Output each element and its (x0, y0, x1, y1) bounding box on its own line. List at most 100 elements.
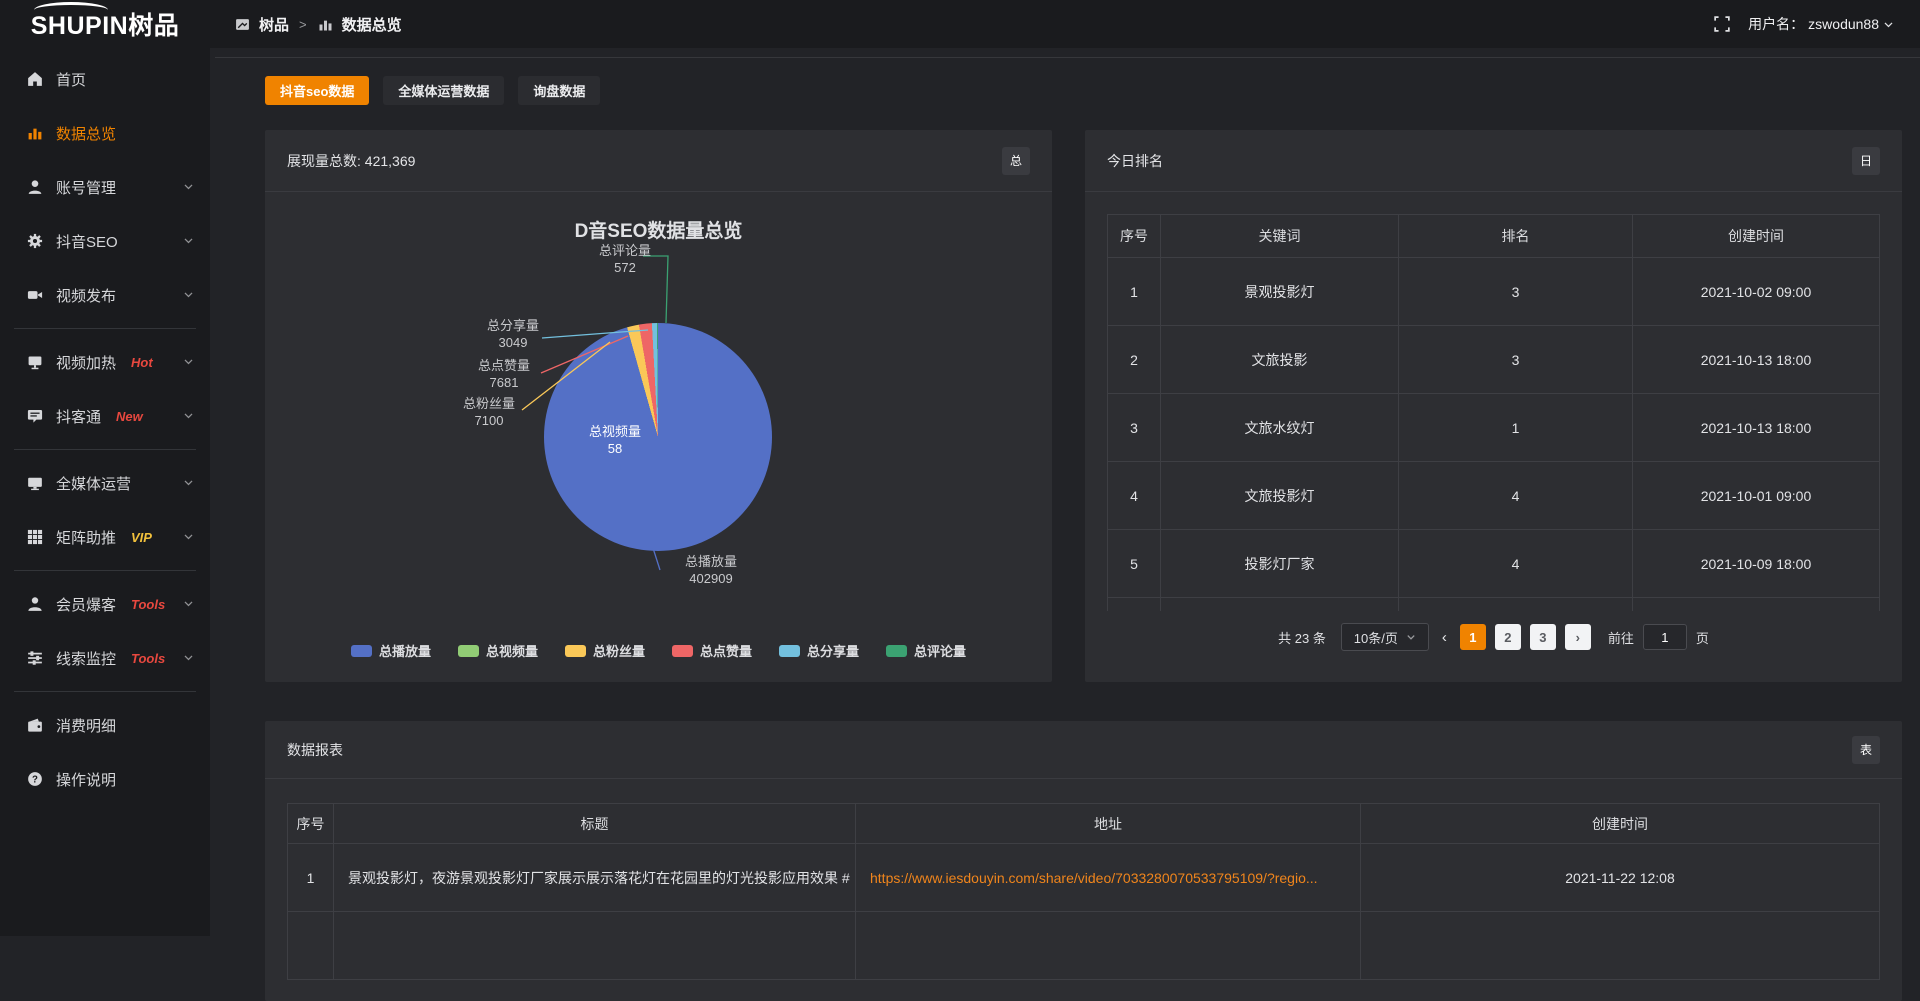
sidebar-item-spending-detail[interactable]: 消费明细 (0, 698, 210, 752)
username-label: 用户名： (1748, 14, 1804, 34)
pie-label-videos: 总视频量58 (583, 423, 647, 457)
col-url: 地址 (856, 804, 1361, 844)
pie-chart[interactable] (544, 323, 772, 551)
sidebar-item-label: 会员爆客 (56, 594, 116, 615)
chevron-down-icon (1406, 632, 1416, 642)
pie-label-shares: 总分享量3049 (481, 317, 545, 351)
sidebar-item-label: 首页 (56, 69, 86, 90)
table-row: 1景观投影灯32021-10-02 09:00 (1108, 258, 1880, 326)
goto-suffix: 页 (1696, 628, 1709, 647)
legend-swatch (565, 645, 586, 657)
sidebar-item-account[interactable]: 账号管理 (0, 160, 210, 214)
sidebar-item-member-burst[interactable]: 会员爆客 Tools (0, 577, 210, 631)
sidebar-item-help[interactable]: ? 操作说明 (0, 752, 210, 806)
user-menu[interactable]: 用户名： zswodun88 (1748, 14, 1894, 34)
pie-label-fans: 总粉丝量7100 (457, 395, 521, 429)
total-view-button[interactable]: 总 (1002, 147, 1030, 175)
legend-swatch (458, 645, 479, 657)
app-square-icon (234, 16, 251, 33)
ranking-table: 序号 关键词 排名 创建时间 1景观投影灯32021-10-02 09:00 2… (1107, 214, 1880, 611)
breadcrumb: 树品 > 数据总览 (234, 14, 402, 35)
sliders-icon (26, 650, 43, 667)
sidebar-item-matrix-boost[interactable]: 矩阵助推 VIP (0, 510, 210, 564)
vip-badge: VIP (131, 530, 152, 545)
sidebar-item-douyin-seo[interactable]: 抖音SEO (0, 214, 210, 268)
sidebar-item-label: 矩阵助推 (56, 527, 116, 548)
legend-swatch (886, 645, 907, 657)
sidebar-item-omnimedia[interactable]: 全媒体运营 (0, 456, 210, 510)
col-rank: 排名 (1399, 215, 1633, 258)
table-row: 1 景观投影灯，夜游景观投影灯厂家展示展示落花灯在花园里的灯光投影应用效果 # … (288, 844, 1880, 912)
chevron-down-icon (183, 233, 194, 250)
table-row-partial (1108, 598, 1880, 612)
table-row: 4文旅投影灯42021-10-01 09:00 (1108, 462, 1880, 530)
sidebar-item-label: 视频发布 (56, 285, 116, 306)
sidebar-item-video-heat[interactable]: 视频加热 Hot (0, 335, 210, 389)
day-view-button[interactable]: 日 (1852, 147, 1880, 175)
sidebar-divider (14, 328, 196, 329)
col-created-time: 创建时间 (1361, 804, 1880, 844)
chevron-down-icon (183, 475, 194, 492)
col-created-time: 创建时间 (1633, 215, 1880, 258)
table-view-button[interactable]: 表 (1852, 736, 1880, 764)
col-index: 序号 (288, 804, 334, 844)
tab-douyin-seo[interactable]: 抖音seo数据 (265, 76, 369, 105)
page-button-2[interactable]: 2 (1495, 624, 1521, 650)
page-size-select[interactable]: 10条/页 (1341, 623, 1429, 651)
app-logo[interactable]: SHUPIN树品 (0, 0, 210, 48)
legend-item-fans[interactable]: 总粉丝量 (565, 641, 645, 660)
sidebar-item-label: 消费明细 (56, 715, 116, 736)
legend-item-likes[interactable]: 总点赞量 (672, 641, 752, 660)
sidebar-item-home[interactable]: 首页 (0, 52, 210, 106)
table-header-row: 序号 关键词 排名 创建时间 (1108, 215, 1880, 258)
sidebar-item-video-publish[interactable]: 视频发布 (0, 268, 210, 322)
breadcrumb-root[interactable]: 树品 (259, 14, 289, 35)
legend-item-shares[interactable]: 总分享量 (779, 641, 859, 660)
page-button-3[interactable]: 3 (1530, 624, 1556, 650)
legend-item-videos[interactable]: 总视频量 (458, 641, 538, 660)
chart-title: D音SEO数据量总览 (265, 216, 1052, 243)
pie-label-comments: 总评论量572 (593, 242, 657, 276)
ranking-title: 今日排名 (1107, 151, 1163, 171)
prev-page-button[interactable]: ‹ (1438, 629, 1451, 646)
sidebar-item-label: 数据总览 (56, 123, 116, 144)
logo-arc-decoration (34, 2, 108, 18)
table-row: 5投影灯厂家42021-10-09 18:00 (1108, 530, 1880, 598)
tab-inquiry[interactable]: 询盘数据 (518, 76, 600, 105)
username-value: zswodun88 (1808, 16, 1879, 32)
top-header: SHUPIN树品 树品 > 数据总览 用户名： zswodun88 (0, 0, 1920, 48)
member-icon (26, 596, 43, 613)
breadcrumb-current[interactable]: 数据总览 (342, 14, 402, 35)
chevron-down-icon (183, 596, 194, 613)
pie-label-likes: 总点赞量7681 (472, 357, 536, 391)
goto-page-input[interactable] (1643, 624, 1687, 650)
table-header-row: 序号 标题 地址 创建时间 (288, 804, 1880, 844)
sidebar-item-lead-monitor[interactable]: 线索监控 Tools (0, 631, 210, 685)
page-button-1[interactable]: 1 (1460, 624, 1486, 650)
wallet-icon (26, 717, 43, 734)
sidebar-item-label: 抖客通 (56, 406, 101, 427)
col-index: 序号 (1108, 215, 1161, 258)
sidebar-item-doketong[interactable]: 抖客通 New (0, 389, 210, 443)
chevron-down-icon (183, 179, 194, 196)
legend-item-comments[interactable]: 总评论量 (886, 641, 966, 660)
report-title: 数据报表 (287, 740, 343, 760)
sidebar-item-data-overview[interactable]: 数据总览 (0, 106, 210, 160)
pie-chart-area: D音SEO数据量总览 总评论量572 总分享量3049 总点赞量7681 总粉丝… (265, 192, 1052, 682)
fullscreen-icon[interactable] (1713, 16, 1730, 33)
video-url-link[interactable]: https://www.iesdouyin.com/share/video/70… (870, 870, 1318, 886)
next-page-button[interactable]: › (1565, 624, 1591, 650)
chart-legend: 总播放量 总视频量 总粉丝量 总点赞量 总分享量 总评论量 (265, 641, 1052, 660)
chevron-down-icon (183, 354, 194, 371)
chevron-down-icon (183, 650, 194, 667)
sidebar-item-label: 视频加热 (56, 352, 116, 373)
goto-label: 前往 (1608, 628, 1634, 647)
gear-icon (26, 233, 43, 250)
legend-swatch (672, 645, 693, 657)
hot-badge: Hot (131, 355, 153, 370)
legend-item-plays[interactable]: 总播放量 (351, 641, 431, 660)
bar-chart-icon (26, 125, 43, 142)
chevron-down-icon (183, 529, 194, 546)
tab-omnimedia[interactable]: 全媒体运营数据 (383, 76, 504, 105)
sidebar-divider (14, 570, 196, 571)
